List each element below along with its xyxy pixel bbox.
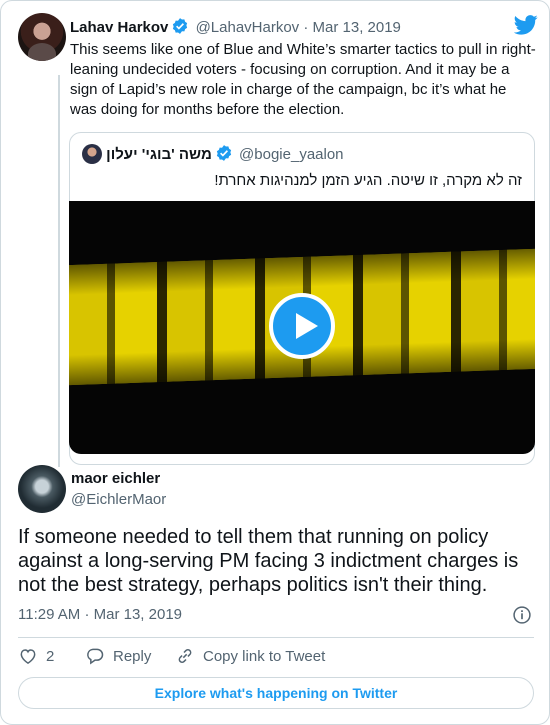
author-name[interactable]: maor eichler: [71, 470, 160, 487]
verified-badge-icon: [215, 144, 233, 168]
tweet-timestamp[interactable]: 11:29 AM · Mar 13, 2019: [18, 606, 182, 623]
play-icon[interactable]: [269, 293, 335, 359]
tweet-time: 11:29 AM: [18, 606, 81, 623]
heart-icon: [20, 649, 36, 664]
divider: [18, 637, 534, 638]
quoted-author-handle: @bogie_yaalon: [239, 146, 344, 163]
video-thumbnail[interactable]: [69, 201, 535, 454]
reply-label: Reply: [113, 647, 152, 665]
twitter-logo-icon[interactable]: [514, 15, 538, 35]
meta-separator: ·: [84, 606, 90, 623]
like-button[interactable]: 2: [18, 646, 54, 666]
verified-badge-icon: [171, 17, 189, 41]
quoted-avatar: [82, 144, 102, 164]
main-tweet-text: If someone needed to tell them that runn…: [18, 526, 519, 596]
author-handle[interactable]: @EichlerMaor: [71, 491, 166, 508]
avatar[interactable]: [18, 13, 66, 61]
tweet-date[interactable]: Mar 13, 2019: [313, 19, 401, 36]
quoted-tweet-text: זה לא מקרה, זו שיטה. הגיע הזמן למנהיגות …: [214, 172, 522, 189]
parent-tweet-text: This seems like one of Blue and White’s …: [70, 41, 536, 118]
copy-link-label: Copy link to Tweet: [203, 647, 326, 665]
quoted-tweet[interactable]: משה 'בוגי' יעלון @bogie_yaalon זה לא מקר…: [69, 132, 535, 465]
quoted-tweet-header: משה 'בוגי' יעלון @bogie_yaalon: [82, 144, 344, 168]
author-handle[interactable]: @LahavHarkov: [196, 19, 300, 36]
parent-tweet-header: Lahav Harkov @LahavHarkov · Mar 13, 2019: [70, 17, 401, 41]
tweet-date: Mar 13, 2019: [93, 606, 182, 623]
like-count: 2: [46, 647, 55, 665]
reply-button[interactable]: Reply: [85, 646, 151, 666]
tweet-embed-card: Lahav Harkov @LahavHarkov · Mar 13, 2019…: [0, 0, 550, 725]
avatar[interactable]: [18, 465, 66, 513]
explore-button[interactable]: Explore what's happening on Twitter: [18, 677, 534, 709]
author-name[interactable]: Lahav Harkov: [70, 19, 168, 36]
thread-line: [58, 75, 60, 467]
copy-link-button[interactable]: Copy link to Tweet: [175, 646, 325, 666]
info-icon[interactable]: [512, 605, 532, 625]
quoted-author-name: משה 'בוגי' יעלון: [106, 146, 212, 163]
reply-icon: [87, 648, 104, 665]
link-icon: [178, 649, 192, 663]
header-separator: ·: [303, 19, 309, 36]
